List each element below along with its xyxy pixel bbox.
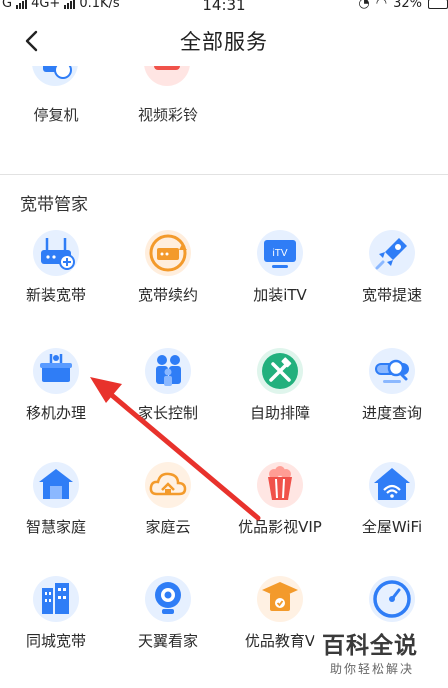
service-label: 天翼看家	[137, 632, 198, 650]
service-speed-up[interactable]: 宽带提速	[336, 226, 448, 326]
previous-section-row: 停复机 视频彩铃	[0, 66, 448, 136]
service-smart-home[interactable]: 智慧家庭	[0, 458, 112, 558]
service-progress-query[interactable]: 进度查询	[336, 344, 448, 444]
house-wifi-icon	[369, 462, 415, 508]
relocate-box-icon	[33, 348, 79, 394]
rocket-icon	[369, 230, 415, 276]
page-title: 全部服务	[180, 30, 268, 54]
service-label: 停复机	[33, 106, 79, 124]
service-parental-control[interactable]: 家长控制	[112, 344, 224, 444]
camera-icon	[145, 576, 191, 622]
graduation-cap-icon	[257, 576, 303, 622]
city-building-icon	[33, 576, 79, 622]
popcorn-icon	[257, 462, 303, 508]
service-broadband-renew[interactable]: 宽带续约	[112, 226, 224, 326]
section-title: 宽带管家	[20, 195, 88, 215]
service-stop-resume[interactable]: 停复机	[0, 66, 112, 136]
watermark-title: 百科全说	[322, 633, 418, 659]
service-label: 新装宽带	[25, 286, 86, 304]
service-home-cloud[interactable]: 家庭云	[112, 458, 224, 558]
service-whole-house-wifi[interactable]: 全屋WiFi	[336, 458, 448, 558]
service-city-broadband[interactable]: 同城宽带	[0, 572, 112, 672]
smart-home-icon	[33, 462, 79, 508]
service-label: 同城宽带	[25, 632, 86, 650]
status-right: ◔ ◠ 32%	[358, 0, 448, 11]
service-label: 视频彩铃	[137, 106, 198, 124]
router-renew-icon	[145, 230, 191, 276]
service-home-watch[interactable]: 天翼看家	[112, 572, 224, 672]
watermark-subtitle: 助你轻松解决	[330, 662, 415, 676]
service-label: 家庭云	[145, 518, 191, 536]
service-vip-video[interactable]: 优品影视VIP	[224, 458, 336, 558]
battery-icon	[428, 0, 448, 9]
alarm-icon: ◔	[358, 0, 370, 11]
service-label: 自助排障	[249, 404, 310, 422]
service-new-broadband[interactable]: 新装宽带	[0, 226, 112, 326]
service-label: 移机办理	[25, 404, 86, 422]
service-label: 优品影视VIP	[238, 518, 322, 536]
speedometer-icon	[369, 576, 415, 622]
status-bar: G 4G+ 0.1K/s 14:31 ◔ ◠ 32%	[0, 0, 448, 14]
service-self-troubleshoot[interactable]: 自助排障	[224, 344, 336, 444]
wifi-icon: ◠	[375, 0, 388, 11]
battery-level: 32%	[393, 0, 422, 11]
service-label: 加装iTV	[253, 286, 307, 304]
home-cloud-icon	[145, 462, 191, 508]
svg-text:iTV: iTV	[273, 248, 288, 259]
section-divider	[0, 174, 448, 175]
hammer-wrench-icon	[257, 348, 303, 394]
service-label: 智慧家庭	[25, 518, 86, 536]
nav-header: 全部服务	[0, 14, 448, 66]
service-relocation[interactable]: 移机办理	[0, 344, 112, 444]
service-label: 家长控制	[137, 404, 198, 422]
service-label: 全屋WiFi	[361, 518, 423, 536]
video-ringtone-icon	[144, 66, 190, 86]
service-label: 进度查询	[361, 404, 422, 422]
progress-search-icon	[369, 348, 415, 394]
service-label: 宽带续约	[137, 286, 198, 304]
service-video-ringtone[interactable]: 视频彩铃	[112, 66, 224, 136]
phone-pause-icon	[32, 66, 78, 86]
itv-tv-icon: iTV	[257, 230, 303, 276]
router-plus-icon	[33, 230, 79, 276]
service-add-itv[interactable]: iTV 加装iTV	[224, 226, 336, 326]
service-label: 宽带提速	[361, 286, 422, 304]
family-icon	[145, 348, 191, 394]
